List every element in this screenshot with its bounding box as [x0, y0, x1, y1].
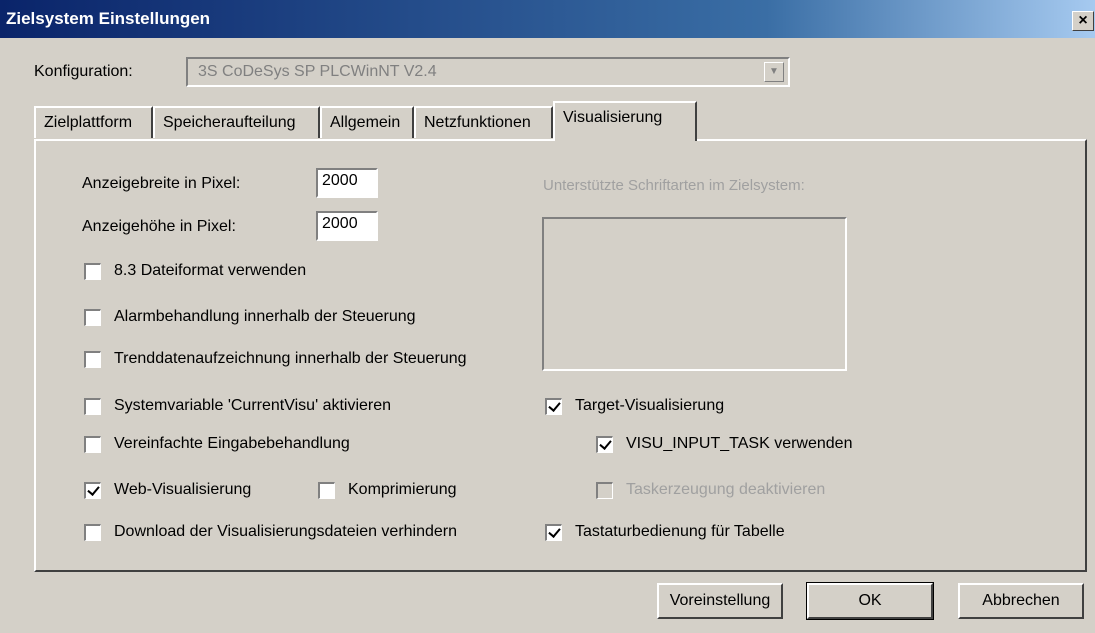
- webvisu-label: Web-Visualisierung: [114, 481, 252, 498]
- currentvisu-label: Systemvariable 'CurrentVisu' aktivieren: [114, 397, 392, 414]
- eingabe-label: Vereinfachte Eingabebehandlung: [114, 435, 350, 452]
- komprimierung-label: Komprimierung: [348, 481, 457, 498]
- visu-input-task-checkbox[interactable]: [596, 436, 613, 453]
- currentvisu-checkbox[interactable]: [84, 398, 101, 415]
- abbrechen-button[interactable]: Abbrechen: [958, 583, 1084, 619]
- taskerzeugung-checkbox: [596, 482, 613, 499]
- taskerzeugung-label: Taskerzeugung deaktivieren: [626, 481, 826, 498]
- fonts-list[interactable]: [542, 217, 847, 371]
- visu-input-task-label: VISU_INPUT_TASK verwenden: [626, 435, 853, 452]
- anzeigebreite-input[interactable]: 2000: [316, 168, 378, 198]
- tastatur-checkbox[interactable]: [545, 524, 562, 541]
- tab-netzfunktionen[interactable]: Netzfunktionen: [414, 106, 553, 138]
- eingabe-checkbox[interactable]: [84, 436, 101, 453]
- anzeigebreite-label: Anzeigebreite in Pixel:: [82, 175, 241, 192]
- download-label: Download der Visualisierungsdateien verh…: [114, 523, 458, 540]
- download-checkbox[interactable]: [84, 524, 101, 541]
- dateiformat-checkbox[interactable]: [84, 263, 101, 280]
- tab-allgemein[interactable]: Allgemein: [320, 106, 414, 138]
- trend-checkbox[interactable]: [84, 351, 101, 368]
- konfiguration-select: 3S CoDeSys SP PLCWinNT V2.4 ▼: [186, 57, 790, 87]
- alarm-checkbox[interactable]: [84, 309, 101, 326]
- dateiformat-label: 8.3 Dateiformat verwenden: [114, 262, 307, 279]
- voreinstellung-button[interactable]: Voreinstellung: [657, 583, 783, 619]
- komprimierung-checkbox[interactable]: [318, 482, 335, 499]
- anzeigehoehe-label: Anzeigehöhe in Pixel:: [82, 218, 236, 235]
- ok-button[interactable]: OK: [806, 582, 934, 620]
- title-bar: Zielsystem Einstellungen ×: [0, 0, 1095, 38]
- alarm-label: Alarmbehandlung innerhalb der Steuerung: [114, 308, 416, 325]
- tab-speicheraufteilung[interactable]: Speicheraufteilung: [153, 106, 320, 138]
- konfiguration-label: Konfiguration:: [34, 63, 133, 80]
- fonts-label: Unterstützte Schriftarten im Zielsystem:: [543, 177, 805, 194]
- tab-zielplattform[interactable]: Zielplattform: [34, 106, 153, 138]
- chevron-down-icon: ▼: [764, 62, 784, 82]
- trend-label: Trenddatenaufzeichnung innerhalb der Ste…: [114, 350, 467, 367]
- targetvisu-checkbox[interactable]: [545, 398, 562, 415]
- close-button[interactable]: ×: [1072, 11, 1094, 31]
- konfiguration-value: 3S CoDeSys SP PLCWinNT V2.4: [198, 63, 437, 80]
- anzeigehoehe-input[interactable]: 2000: [316, 211, 378, 241]
- tastatur-label: Tastaturbedienung für Tabelle: [575, 523, 785, 540]
- window-title: Zielsystem Einstellungen: [6, 9, 211, 28]
- webvisu-checkbox[interactable]: [84, 482, 101, 499]
- targetvisu-label: Target-Visualisierung: [575, 397, 725, 414]
- tab-visualisierung[interactable]: Visualisierung: [553, 101, 697, 141]
